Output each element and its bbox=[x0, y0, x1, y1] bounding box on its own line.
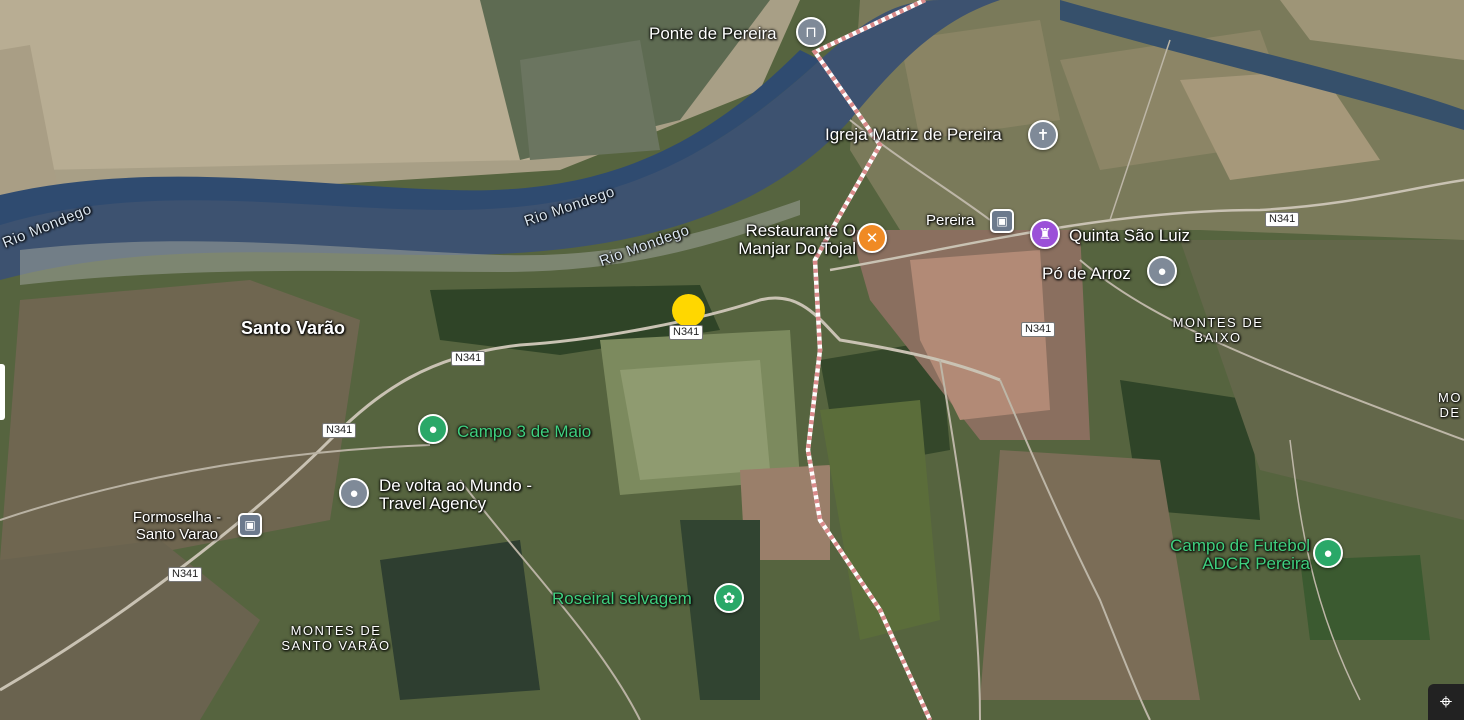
area-label-edge: MO DE bbox=[1438, 390, 1462, 420]
poi-label-restaurante[interactable]: Restaurante O Manjar Do Tojal bbox=[716, 222, 856, 258]
poi-label-de-volta-ao-mundo[interactable]: De volta ao Mundo - Travel Agency bbox=[379, 477, 549, 513]
church-icon[interactable]: ✝ bbox=[1028, 120, 1058, 150]
bus-icon[interactable]: ▣ bbox=[990, 209, 1014, 233]
poi-label-igreja-matriz[interactable]: Igreja Matriz de Pereira bbox=[825, 126, 1002, 143]
restaurant-icon[interactable]: ✕ bbox=[857, 223, 887, 253]
side-panel-handle[interactable] bbox=[0, 364, 5, 420]
selected-location-marker[interactable] bbox=[672, 294, 705, 327]
poi-label-pereira[interactable]: Pereira bbox=[926, 212, 974, 229]
poi-label-formoselha[interactable]: Formoselha - Santo Varao bbox=[122, 509, 232, 543]
road-badge-n341: N341 bbox=[1265, 212, 1300, 227]
poi-label-roseiral[interactable]: Roseiral selvagem bbox=[552, 590, 692, 607]
stadium-icon[interactable]: ● bbox=[418, 414, 448, 444]
location-pin-icon[interactable]: ● bbox=[339, 478, 369, 508]
road-badge-n341: N341 bbox=[1021, 322, 1056, 337]
area-label-montes-de-baixo: MONTES DE BAIXO bbox=[1172, 315, 1264, 345]
stadium-icon[interactable]: ● bbox=[1313, 538, 1343, 568]
poi-label-campo-3-de-maio[interactable]: Campo 3 de Maio bbox=[457, 423, 591, 440]
bus-icon[interactable]: ▣ bbox=[238, 513, 262, 537]
bridge-icon[interactable]: ⊓ bbox=[796, 17, 826, 47]
place-label-santo-varao[interactable]: Santo Varão bbox=[241, 319, 345, 337]
road-badge-n341: N341 bbox=[322, 423, 357, 438]
poi-label-ponte-de-pereira[interactable]: Ponte de Pereira bbox=[649, 25, 777, 42]
poi-label-po-de-arroz[interactable]: Pó de Arroz bbox=[1042, 265, 1131, 282]
area-label-montes-de-santo-varao: MONTES DE SANTO VARÃO bbox=[281, 623, 391, 653]
poi-label-campo-futebol[interactable]: Campo de Futebol ADCR Pereira bbox=[1150, 537, 1310, 573]
palace-icon[interactable]: ♜ bbox=[1030, 219, 1060, 249]
my-location-icon[interactable]: ⌖ bbox=[1428, 684, 1464, 720]
road-badge-n341: N341 bbox=[168, 567, 203, 582]
flower-icon[interactable]: ✿ bbox=[714, 583, 744, 613]
poi-label-quinta-sao-luiz[interactable]: Quinta São Luiz bbox=[1069, 227, 1190, 244]
location-pin-icon[interactable]: ● bbox=[1147, 256, 1177, 286]
road-badge-n341: N341 bbox=[451, 351, 486, 366]
road-badge-n341: N341 bbox=[669, 325, 704, 340]
